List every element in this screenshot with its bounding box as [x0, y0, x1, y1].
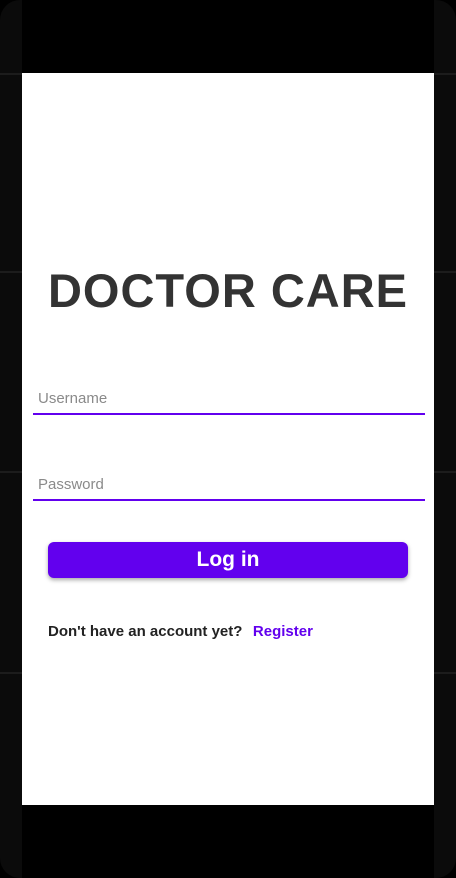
register-link[interactable]: Register	[253, 623, 313, 640]
app-title: DOCTOR CARE	[47, 264, 409, 317]
login-button[interactable]: Log in	[48, 542, 408, 578]
status-bar-area	[22, 0, 434, 73]
password-input[interactable]	[38, 476, 418, 493]
register-prompt: Don't have an account yet?	[48, 623, 243, 640]
navigation-bar-area	[22, 805, 434, 878]
username-input[interactable]	[38, 390, 418, 407]
device-frame: DOCTOR CARE Log in Don't have an account…	[0, 0, 456, 878]
password-field[interactable]	[33, 463, 425, 501]
username-field[interactable]	[33, 377, 425, 415]
register-row: Don't have an account yet? Register	[48, 623, 418, 643]
login-screen: DOCTOR CARE Log in Don't have an account…	[22, 73, 434, 805]
